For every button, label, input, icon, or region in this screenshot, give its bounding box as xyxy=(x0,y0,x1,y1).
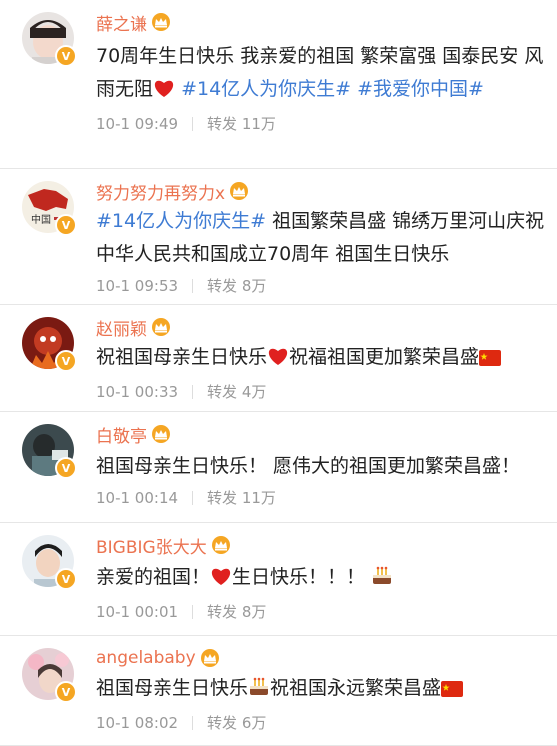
post-text-segment: 祝祖国母亲生日快乐 xyxy=(96,346,268,368)
feed-item: V 薛之谦 70周年生日快乐 我亲爱的祖国 繁荣富强 国泰民安 风雨无阻 #14… xyxy=(0,0,557,169)
repost-label[interactable]: 转发 xyxy=(207,487,237,508)
name-row: 努力努力再努力x xyxy=(96,179,545,204)
repost-count: 11万 xyxy=(241,489,276,507)
vip-crown-icon xyxy=(211,536,231,554)
verified-v-badge-icon: V xyxy=(55,568,77,590)
name-row: BIGBIG张大大 xyxy=(96,533,545,558)
post-meta: 10-1 00:33 转发 4万 xyxy=(96,381,545,402)
post-meta: 10-1 09:49 转发 11万 xyxy=(96,113,545,134)
post-text: 祖国母亲生日快乐 祝祖国永远繁荣昌盛 xyxy=(96,672,545,708)
verified-v-badge-icon: V xyxy=(55,214,77,236)
verified-v-badge-icon: V xyxy=(55,45,77,67)
post-time: 10-1 00:01 xyxy=(96,602,179,621)
post-content: 薛之谦 70周年生日快乐 我亲爱的祖国 繁荣富强 国泰民安 风雨无阻 #14亿人… xyxy=(96,10,545,134)
username[interactable]: BIGBIG张大大 xyxy=(96,533,207,558)
avatar-container[interactable]: V xyxy=(22,424,77,479)
china-flag-emoji-icon xyxy=(441,675,464,708)
repost-label[interactable]: 转发 xyxy=(207,275,237,296)
vip-crown-icon xyxy=(151,425,171,443)
post-time: 10-1 00:14 xyxy=(96,488,179,507)
username[interactable]: 赵丽颖 xyxy=(96,315,147,340)
repost-label[interactable]: 转发 xyxy=(207,712,237,733)
repost-label[interactable]: 转发 xyxy=(207,113,237,134)
vip-crown-icon xyxy=(151,13,171,31)
post-meta: 10-1 08:02 转发 6万 xyxy=(96,712,545,733)
name-row: 白敬亭 xyxy=(96,422,545,447)
verified-v-badge-icon: V xyxy=(55,681,77,703)
meta-divider xyxy=(192,116,194,131)
heart-emoji-icon xyxy=(153,76,175,109)
heart-emoji-icon xyxy=(267,344,289,377)
avatar-container[interactable]: V xyxy=(22,648,77,703)
feed-item: 中国 V 努力努力再努力x #14亿人为你庆生# 祖国繁荣昌盛 锦绣万里河山庆祝… xyxy=(0,169,557,305)
repost-count: 8万 xyxy=(241,277,267,295)
post-text: 亲爱的祖国！ 生日快乐！！！ xyxy=(96,561,545,597)
post-text-segment: 亲爱的祖国！ xyxy=(96,566,211,588)
post-time: 10-1 09:53 xyxy=(96,276,179,295)
post-text: 70周年生日快乐 我亲爱的祖国 繁荣富强 国泰民安 风雨无阻 #14亿人为你庆生… xyxy=(96,40,545,109)
username[interactable]: 薛之谦 xyxy=(96,10,147,35)
avatar-container[interactable]: V xyxy=(22,317,77,372)
china-flag-emoji-icon xyxy=(479,344,502,377)
avatar-container[interactable]: V xyxy=(22,535,77,590)
username[interactable]: angelababy xyxy=(96,648,196,668)
vip-crown-icon xyxy=(200,649,220,667)
verified-v-badge-icon: V xyxy=(55,457,77,479)
post-meta: 10-1 00:14 转发 11万 xyxy=(96,487,545,508)
topic-link[interactable]: #14亿人为你庆生# xyxy=(96,210,266,232)
post-text-segment: 生日快乐！！！ xyxy=(232,566,372,588)
post-content: 赵丽颖 祝祖国母亲生日快乐 祝福祖国更加繁荣昌盛 10-1 00:33 转发 4万 xyxy=(96,315,545,402)
post-meta: 10-1 00:01 转发 8万 xyxy=(96,601,545,622)
post-content: BIGBIG张大大 亲爱的祖国！ 生日快乐！！！ 10-1 00:01 转发 8万 xyxy=(96,533,545,622)
topic-link[interactable]: #我爱你中国# xyxy=(357,78,484,100)
post-text: #14亿人为你庆生# 祖国繁荣昌盛 锦绣万里河山庆祝中华人民共和国成立70周年 … xyxy=(96,205,545,271)
feed-item: V 白敬亭 祖国母亲生日快乐！ 愿伟大的祖国更加繁荣昌盛！ 10-1 00:14… xyxy=(0,412,557,523)
name-row: 薛之谦 xyxy=(96,10,545,35)
post-text: 祝祖国母亲生日快乐 祝福祖国更加繁荣昌盛 xyxy=(96,341,545,377)
post-time: 10-1 08:02 xyxy=(96,713,179,732)
post-text-segment: 祖国母亲生日快乐 xyxy=(96,677,249,699)
repost-count: 11万 xyxy=(241,115,276,133)
feed-item: V 赵丽颖 祝祖国母亲生日快乐 祝福祖国更加繁荣昌盛 10-1 00:33 转发 … xyxy=(0,305,557,412)
repost-label[interactable]: 转发 xyxy=(207,601,237,622)
cake-emoji-icon xyxy=(371,564,393,597)
post-content: 白敬亭 祖国母亲生日快乐！ 愿伟大的祖国更加繁荣昌盛！ 10-1 00:14 转… xyxy=(96,422,545,508)
heart-emoji-icon xyxy=(210,564,232,597)
name-row: angelababy xyxy=(96,646,545,670)
weibo-comment-feed: V 薛之谦 70周年生日快乐 我亲爱的祖国 繁荣富强 国泰民安 风雨无阻 #14… xyxy=(0,0,557,746)
feed-item: V BIGBIG张大大 亲爱的祖国！ 生日快乐！！！ 10-1 00:01 转发 … xyxy=(0,523,557,636)
username[interactable]: 努力努力再努力x xyxy=(96,179,225,204)
repost-count: 8万 xyxy=(241,603,267,621)
topic-link[interactable]: #14亿人为你庆生# xyxy=(181,78,351,100)
meta-divider xyxy=(192,604,194,619)
post-content: 努力努力再努力x #14亿人为你庆生# 祖国繁荣昌盛 锦绣万里河山庆祝中华人民共… xyxy=(96,179,545,296)
post-text-segment: 祖国母亲生日快乐！ 愿伟大的祖国更加繁荣昌盛！ xyxy=(96,455,521,477)
name-row: 赵丽颖 xyxy=(96,315,545,340)
repost-label[interactable]: 转发 xyxy=(207,381,237,402)
meta-divider xyxy=(192,278,194,293)
post-text-segment: 祝祖国永远繁荣昌盛 xyxy=(270,677,442,699)
post-time: 10-1 00:33 xyxy=(96,382,179,401)
vip-crown-icon xyxy=(229,182,249,200)
post-time: 10-1 09:49 xyxy=(96,114,179,133)
avatar-container[interactable]: V xyxy=(22,12,77,67)
meta-divider xyxy=(192,715,194,730)
post-text-segment: 祝福祖国更加繁荣昌盛 xyxy=(289,346,480,368)
svg-text:中国: 中国 xyxy=(31,213,51,226)
meta-divider xyxy=(192,490,194,505)
vip-crown-icon xyxy=(151,318,171,336)
avatar-container[interactable]: 中国 V xyxy=(22,181,77,236)
feed-item: V angelababy 祖国母亲生日快乐 祝祖国永远繁荣昌盛 10-1 08:0… xyxy=(0,636,557,746)
cake-emoji-icon xyxy=(248,675,270,708)
repost-count: 6万 xyxy=(241,714,267,732)
repost-count: 4万 xyxy=(241,383,267,401)
meta-divider xyxy=(192,384,194,399)
post-text: 祖国母亲生日快乐！ 愿伟大的祖国更加繁荣昌盛！ xyxy=(96,450,545,483)
post-content: angelababy 祖国母亲生日快乐 祝祖国永远繁荣昌盛 10-1 08:02 … xyxy=(96,646,545,733)
username[interactable]: 白敬亭 xyxy=(96,422,147,447)
post-meta: 10-1 09:53 转发 8万 xyxy=(96,275,545,296)
verified-v-badge-icon: V xyxy=(55,350,77,372)
